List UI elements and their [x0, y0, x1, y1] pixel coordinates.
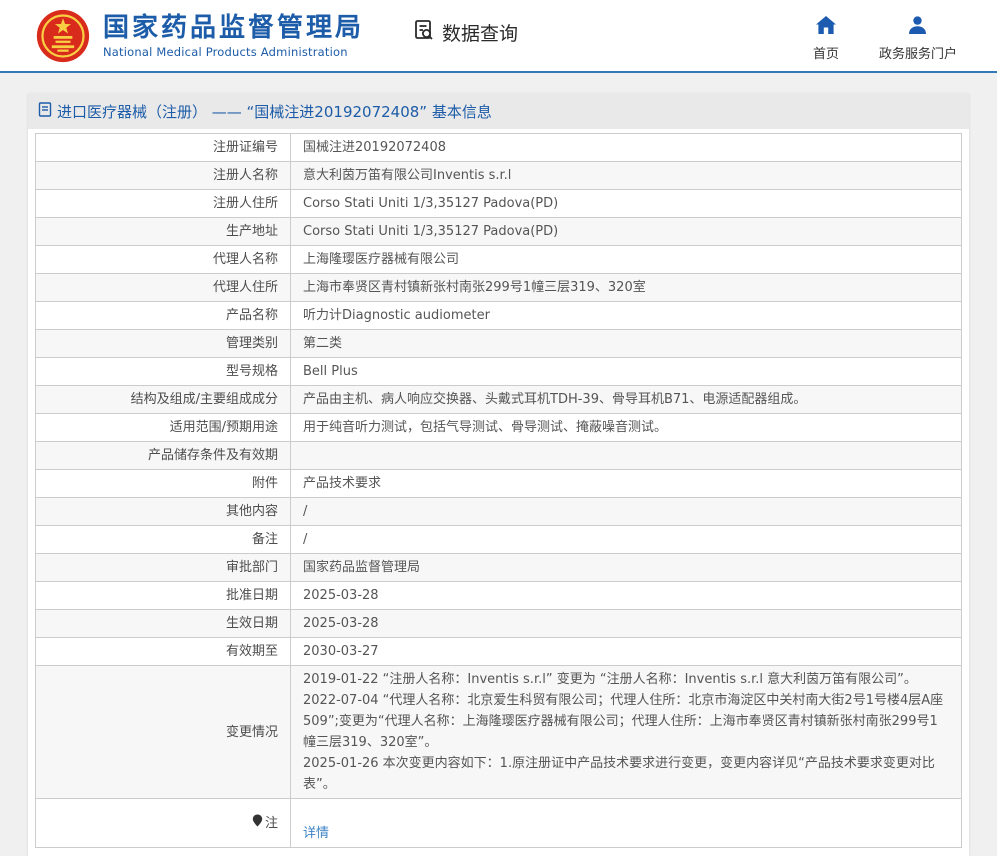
row-label: 生产地址: [35, 217, 291, 246]
nav-home-label: 首页: [812, 46, 839, 62]
table-row: 产品储存条件及有效期: [35, 441, 962, 470]
row-value: 用于纯音听力测试，包括气导测试、骨导测试、掩蔽噪音测试。: [290, 413, 962, 442]
org-name-en: National Medical Products Administration: [103, 44, 348, 59]
brand: 国家药品监督管理局 National Medical Products Admi…: [35, 8, 364, 64]
row-label: 适用范围/预期用途: [35, 413, 291, 442]
row-label: 备注: [35, 525, 291, 554]
nav-data-query-label: 数据查询: [442, 23, 519, 45]
row-label: 代理人名称: [35, 245, 291, 274]
table-row: 生效日期 2025-03-28: [35, 609, 962, 638]
table-row: 代理人名称 上海隆璎医疗器械有限公司: [35, 245, 962, 274]
site-header: 国家药品监督管理局 National Medical Products Admi…: [0, 0, 997, 73]
row-value: 2025-03-28: [290, 609, 962, 638]
page-title-bar: 进口医疗器械（注册） —— “国械注进20192072408” 基本信息: [28, 93, 969, 129]
row-label: 管理类别: [35, 329, 291, 358]
row-value: 产品由主机、病人响应交换器、头戴式耳机TDH-39、骨导耳机B71、电源适配器组…: [290, 385, 962, 414]
note-value-cell: 详情: [290, 798, 962, 848]
table-row: 注册人名称 意大利茵万笛有限公司Inventis s.r.l: [35, 161, 962, 190]
row-label: 注册人住所: [35, 189, 291, 218]
row-label: 结构及组成/主要组成成分: [35, 385, 291, 414]
row-label: 产品储存条件及有效期: [35, 441, 291, 470]
table-row: 产品名称 听力计Diagnostic audiometer: [35, 301, 962, 330]
row-label: 审批部门: [35, 553, 291, 582]
note-row-group: 注 详情: [35, 798, 962, 848]
row-label: 产品名称: [35, 301, 291, 330]
table-row: 型号规格 Bell Plus: [35, 357, 962, 386]
table-row: 附件 产品技术要求: [35, 469, 962, 498]
row-label: 注册人名称: [35, 161, 291, 190]
row-label: 批准日期: [35, 581, 291, 610]
nav-data-query[interactable]: 数据查询: [412, 18, 518, 47]
row-value: 上海市奉贤区青村镇新张村南张299号1幢三层319、320室: [290, 273, 962, 302]
row-label: 生效日期: [35, 609, 291, 638]
row-value: 第二类: [290, 329, 962, 358]
row-value: /: [290, 497, 962, 526]
note-row: 注 详情: [35, 798, 962, 848]
content-panel: 进口医疗器械（注册） —— “国械注进20192072408” 基本信息 注册证…: [28, 93, 969, 856]
table-row: 结构及组成/主要组成成分 产品由主机、病人响应交换器、头戴式耳机TDH-39、骨导…: [35, 385, 962, 414]
table-row: 批准日期 2025-03-28: [35, 581, 962, 610]
row-value: Bell Plus: [290, 357, 962, 386]
row-label: 其他内容: [35, 497, 291, 526]
table-row: 审批部门 国家药品监督管理局: [35, 553, 962, 582]
row-label: 附件: [35, 469, 291, 498]
row-value: 2030-03-27: [290, 637, 962, 666]
org-name-cn: 国家药品监督管理局: [103, 12, 365, 43]
table-row: 有效期至 2030-03-27: [35, 637, 962, 666]
row-value: 国械注进20192072408: [290, 133, 962, 162]
row-value: 2019-01-22 “注册人名称：Inventis s.r.l” 变更为 “注…: [290, 665, 962, 799]
data-query-icon: [412, 18, 436, 47]
page-body: 进口医疗器械（注册） —— “国械注进20192072408” 基本信息 注册证…: [0, 73, 997, 856]
table-row: 管理类别 第二类: [35, 329, 962, 358]
row-value: Corso Stati Uniti 1/3,35127 Padova(PD): [290, 189, 962, 218]
row-value: 2025-03-28: [290, 581, 962, 610]
table-row: 其他内容 /: [35, 497, 962, 526]
detail-link[interactable]: 详情: [303, 826, 329, 841]
row-label: 注册证编号: [35, 133, 291, 162]
row-label: 变更情况: [35, 665, 291, 799]
row-value: 国家药品监督管理局: [290, 553, 962, 582]
row-value: 听力计Diagnostic audiometer: [290, 301, 962, 330]
table-row: 代理人住所 上海市奉贤区青村镇新张村南张299号1幢三层319、320室: [35, 273, 962, 302]
note-label-cell: 注: [35, 798, 291, 848]
table-row: 注册证编号 国械注进20192072408: [35, 133, 962, 162]
registration-info-table: 注册证编号 国械注进20192072408 注册人名称 意大利茵万笛有限公司Inven…: [35, 133, 962, 848]
row-value: Corso Stati Uniti 1/3,35127 Padova(PD): [290, 217, 962, 246]
row-value: 意大利茵万笛有限公司Inventis s.r.l: [290, 161, 962, 190]
header-nav: 首页 政务服务门户: [812, 15, 957, 62]
table-row: 生产地址 Corso Stati Uniti 1/3,35127 Padova(P…: [35, 217, 962, 246]
row-label: 型号规格: [35, 357, 291, 386]
table-row: 注册人住所 Corso Stati Uniti 1/3,35127 Padova(…: [35, 189, 962, 218]
nav-home[interactable]: 首页: [812, 15, 839, 62]
row-label: 有效期至: [35, 637, 291, 666]
row-value: [290, 441, 962, 470]
pin-icon: [252, 813, 263, 834]
person-icon: [908, 15, 927, 38]
table-row: 适用范围/预期用途 用于纯音听力测试，包括气导测试、骨导测试、掩蔽噪音测试。: [35, 413, 962, 442]
info-rows: 注册证编号 国械注进20192072408 注册人名称 意大利茵万笛有限公司Inven…: [35, 133, 962, 799]
page-title: 进口医疗器械（注册） —— “国械注进20192072408” 基本信息: [57, 102, 492, 121]
table-row: 备注 /: [35, 525, 962, 554]
document-icon: [38, 101, 52, 121]
row-value: /: [290, 525, 962, 554]
row-value: 上海隆璎医疗器械有限公司: [290, 245, 962, 274]
note-label: 注: [264, 815, 278, 831]
nav-gov-portal[interactable]: 政务服务门户: [878, 15, 957, 62]
national-emblem-logo: [35, 8, 91, 64]
row-label: 代理人住所: [35, 273, 291, 302]
table-row: 变更情况 2019-01-22 “注册人名称：Inventis s.r.l” 变更…: [35, 665, 962, 799]
row-value: 产品技术要求: [290, 469, 962, 498]
nav-gov-portal-label: 政务服务门户: [878, 46, 957, 62]
home-icon: [815, 15, 836, 38]
